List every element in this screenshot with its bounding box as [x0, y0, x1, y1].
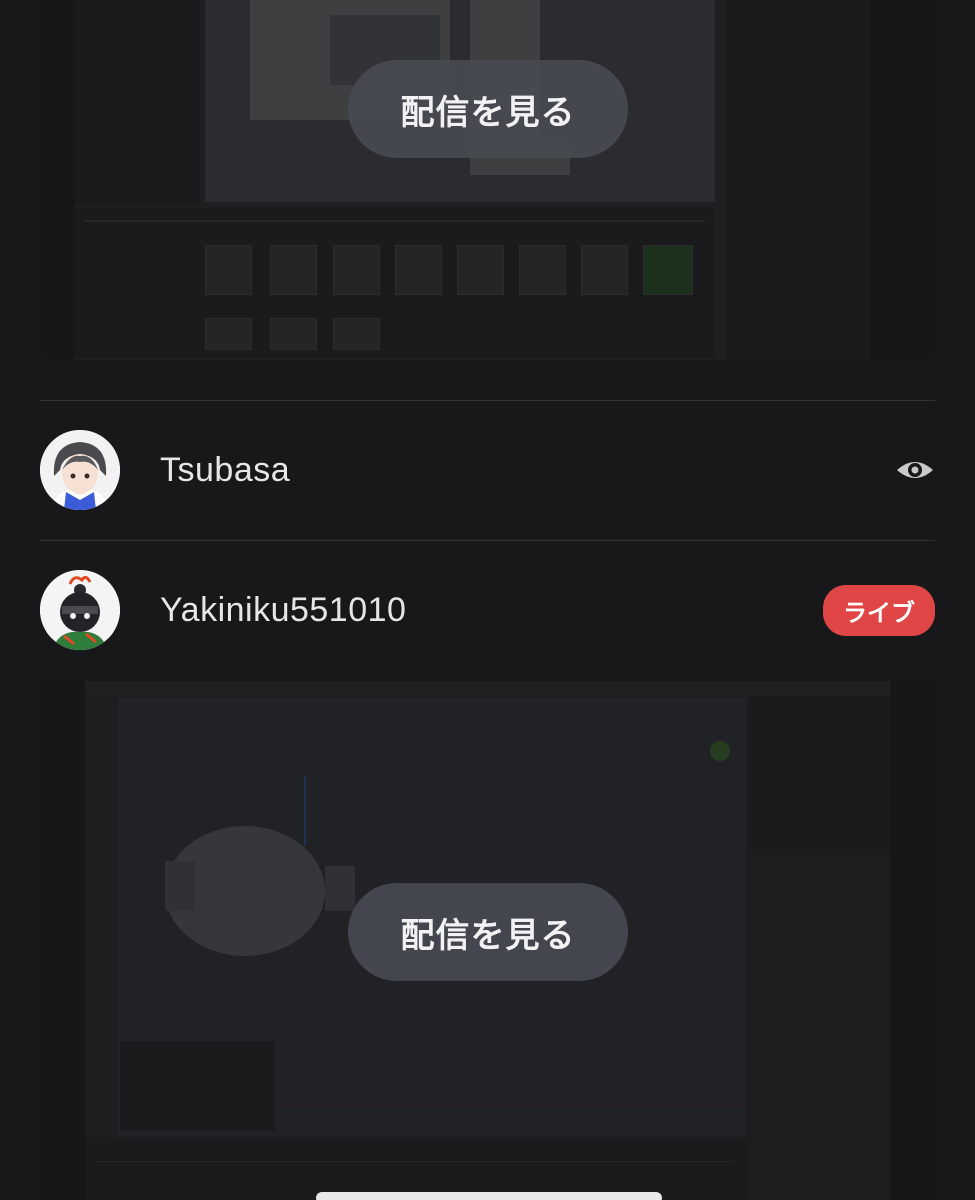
avatar-image — [40, 430, 120, 510]
home-indicator — [316, 1192, 662, 1200]
avatar[interactable] — [40, 570, 120, 650]
watch-stream-button[interactable]: 配信を見る — [348, 60, 628, 158]
eye-icon — [897, 462, 933, 478]
avatar-image — [40, 570, 120, 650]
username[interactable]: Yakiniku551010 — [160, 591, 406, 630]
thumbnail-dim-overlay — [40, 0, 935, 360]
divider — [40, 540, 935, 541]
live-badge: ライブ — [823, 584, 935, 636]
avatar[interactable] — [40, 430, 120, 510]
friends-streaming-list: 配信を見る Tsubasa Yakiniku551010 ライブ 配信を見る — [0, 0, 975, 1200]
watch-stream-button[interactable]: 配信を見る — [348, 883, 628, 981]
stream-preview-card[interactable]: 配信を見る — [40, 0, 935, 360]
user-row-tsubasa[interactable]: Tsubasa — [40, 425, 935, 515]
username[interactable]: Tsubasa — [160, 451, 290, 490]
stream-preview-card[interactable]: 配信を見る — [40, 676, 935, 1200]
divider — [40, 400, 935, 401]
user-row-yakiniku551010[interactable]: Yakiniku551010 ライブ — [40, 565, 935, 655]
